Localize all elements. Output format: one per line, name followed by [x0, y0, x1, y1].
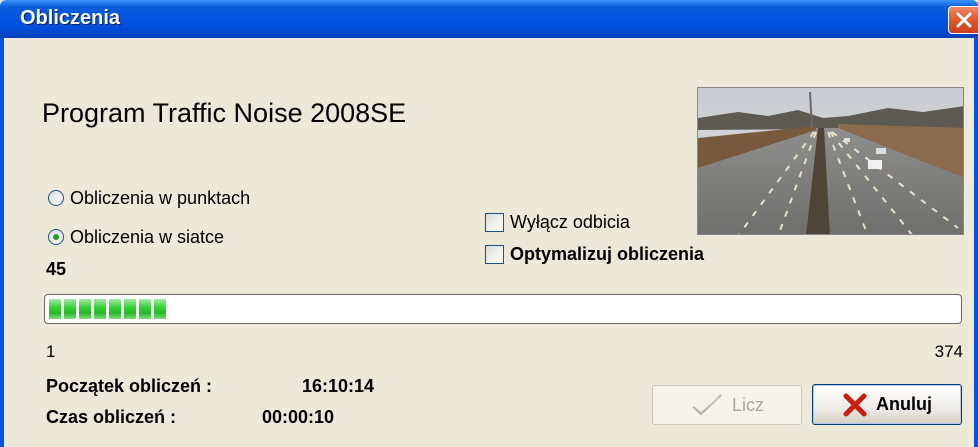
start-time-label: Początek obliczeń :: [46, 376, 213, 396]
progress-segment: [139, 299, 151, 319]
progress-segment: [124, 299, 136, 319]
window-border-left: [0, 38, 4, 447]
start-time-value: 16:10:14: [302, 376, 375, 396]
checkmark-icon: [692, 394, 722, 416]
progress-bar: [44, 294, 962, 324]
red-x-icon: [843, 393, 867, 416]
radio-points-indicator[interactable]: [48, 190, 64, 206]
window-border-right: [974, 38, 978, 447]
compute-button-label: Licz: [731, 394, 764, 415]
progress-segment: [49, 299, 61, 319]
progress-segment: [154, 299, 166, 319]
checkbox-disable-reflections[interactable]: Wyłącz odbicia: [485, 211, 630, 233]
progress-segment: [64, 299, 76, 319]
disable-reflections-box[interactable]: [485, 212, 504, 232]
progress-max-label: 374: [934, 342, 963, 361]
radio-points-label: Obliczenia w punktach: [70, 187, 251, 208]
checkbox-optimize[interactable]: Optymalizuj obliczenia: [485, 243, 704, 265]
progress-current-value: 45: [46, 259, 67, 279]
elapsed-time-label: Czas obliczeń :: [46, 407, 177, 427]
optimize-box[interactable]: [485, 244, 504, 264]
progress-segment: [94, 299, 106, 319]
close-icon: [956, 12, 972, 28]
close-button[interactable]: [948, 6, 978, 34]
progress-fill: [49, 299, 166, 319]
title-bar[interactable]: Obliczenia: [0, 0, 978, 38]
cancel-button[interactable]: Anuluj: [812, 384, 962, 425]
radio-points-mode[interactable]: Obliczenia w punktach: [48, 187, 250, 209]
program-heading: Program Traffic Noise 2008SE: [42, 98, 407, 128]
optimize-label: Optymalizuj obliczenia: [510, 243, 705, 264]
elapsed-time-value: 00:00:10: [262, 407, 335, 427]
radio-grid-mode[interactable]: Obliczenia w siatce: [48, 226, 224, 248]
cancel-button-label: Anuluj: [876, 394, 932, 414]
progress-min-label: 1: [46, 342, 56, 361]
radio-grid-label: Obliczenia w siatce: [70, 226, 225, 247]
disable-reflections-label: Wyłącz odbicia: [510, 211, 630, 232]
radio-grid-indicator[interactable]: [48, 229, 64, 245]
highway-photo: [697, 87, 964, 235]
window-title: Obliczenia: [20, 7, 121, 29]
progress-segment: [79, 299, 91, 319]
progress-segment: [109, 299, 121, 319]
compute-button[interactable]: Licz: [652, 385, 802, 425]
